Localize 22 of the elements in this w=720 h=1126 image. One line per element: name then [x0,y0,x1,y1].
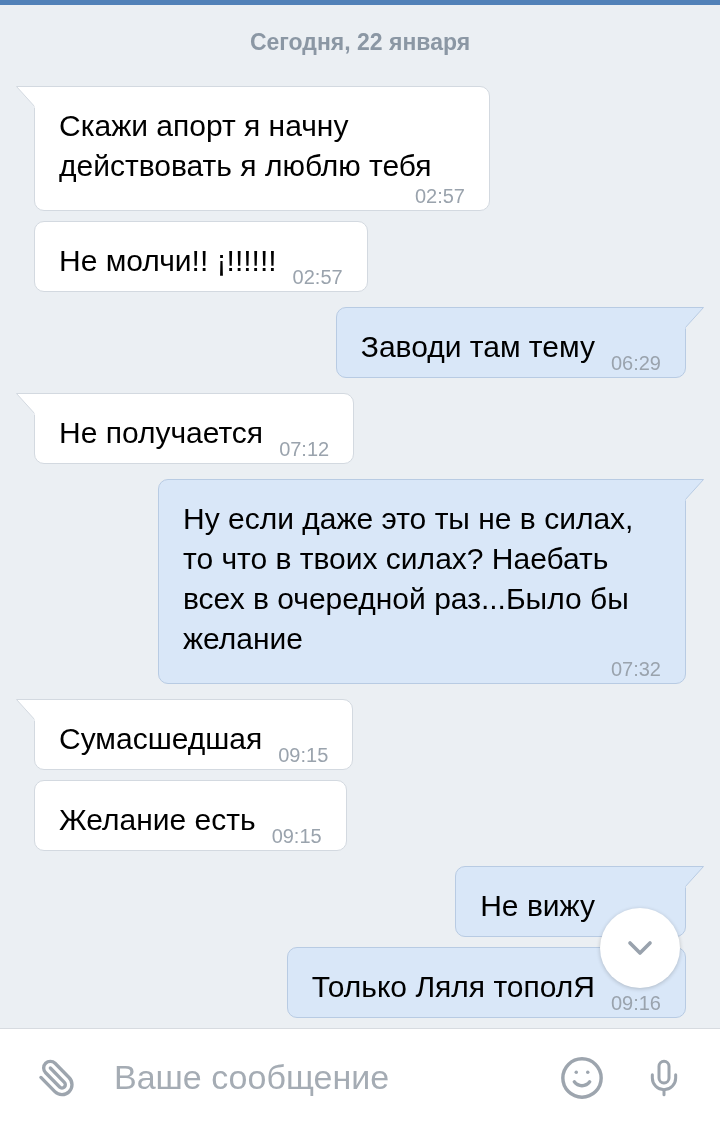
message-time: 07:12 [279,439,330,459]
message-text: Только Ляля тополЯ [311,969,595,1005]
paperclip-icon [37,1057,77,1098]
message-time: 06:29 [610,353,661,373]
message-text: Заводи там тему [360,329,595,365]
message-text: Не молчи!! ¡!!!!!! [59,243,277,279]
message-time: 02:57 [292,267,343,287]
message-text: Желание есть [59,802,256,838]
date-divider: Сегодня, 22 января [249,28,471,57]
message-time: 09:15 [271,826,322,846]
message-time: 07:32 [610,659,661,679]
message-time: 09:15 [278,745,329,765]
message-text: Ну если даже это ты не в силах, то что в твоих силах? Наебать всех в очередной раз...Было бы желание [183,501,635,657]
message-time: 09:16 [610,993,661,1013]
message-text: Не вижу [480,888,595,924]
message-time: 02:57 [414,186,465,206]
smiley-icon [559,1054,605,1101]
message-text: Не получается [59,415,264,451]
message-text: Сумасшедшая [59,721,263,757]
message-text: Скажи апорт я начну действовать я люблю тебя [59,108,433,184]
message-input[interactable]: Ваше сообщение [114,1052,558,1103]
message-composer[interactable]: Ваше сообщение [0,1028,720,1126]
